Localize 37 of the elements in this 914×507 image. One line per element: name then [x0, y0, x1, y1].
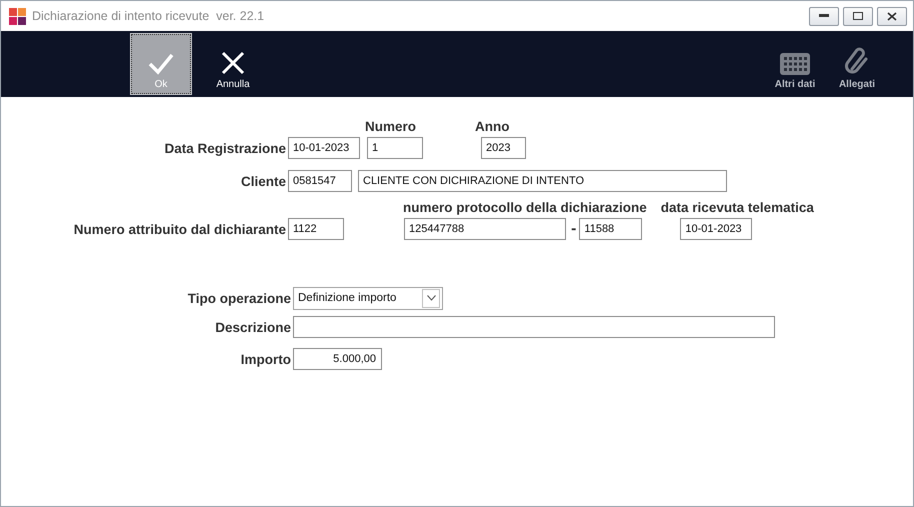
input-field[interactable]: 1122: [288, 218, 344, 240]
keypad-icon: [780, 53, 810, 75]
checkmark-icon: [148, 53, 174, 75]
input-field[interactable]: CLIENTE CON DICHIRAZIONE DI INTENTO: [358, 170, 727, 192]
field-label: Data Registrazione: [163, 140, 286, 156]
input-field[interactable]: 125447788: [404, 218, 566, 240]
chevron-down-icon: [426, 295, 436, 301]
field-label: Anno: [475, 118, 510, 134]
input-field[interactable]: 0581547: [288, 170, 352, 192]
input-field[interactable]: 2023: [481, 137, 526, 159]
close-icon: [887, 12, 897, 20]
app-logo-icon: [9, 8, 26, 24]
input-field[interactable]: 10-01-2023: [680, 218, 752, 240]
input-field[interactable]: 10-01-2023: [288, 137, 360, 159]
field-label: Cliente: [240, 174, 286, 188]
window-title: Dichiarazione di intento ricevute ver. 22.1: [32, 9, 266, 23]
field-label: numero protocollo della dichiarazione: [403, 200, 647, 214]
input-field[interactable]: 1: [367, 137, 423, 159]
field-label: Numero attribuito dal dichiarante: [72, 222, 286, 236]
separator-dash: -: [571, 222, 576, 236]
paperclip-icon: [844, 47, 870, 75]
close-icon: [221, 51, 245, 75]
input-field[interactable]: 11588: [579, 218, 642, 240]
field-label: Importo: [240, 352, 291, 366]
close-button[interactable]: [877, 6, 907, 26]
input-field[interactable]: 5.000,00: [293, 348, 382, 370]
minimize-icon: [819, 14, 829, 18]
maximize-button[interactable]: [843, 6, 873, 26]
field-label: Tipo operazione: [186, 290, 291, 306]
field-label: Numero: [365, 118, 416, 134]
minimize-button[interactable]: [809, 6, 839, 26]
cancel-button[interactable]: Annulla: [203, 34, 263, 94]
field-label: data ricevuta telematica: [660, 200, 814, 214]
field-label: Descrizione: [214, 320, 291, 334]
maximize-icon: [853, 12, 863, 20]
dropdown[interactable]: Definizione importo: [293, 286, 443, 310]
input-field[interactable]: [293, 316, 775, 338]
